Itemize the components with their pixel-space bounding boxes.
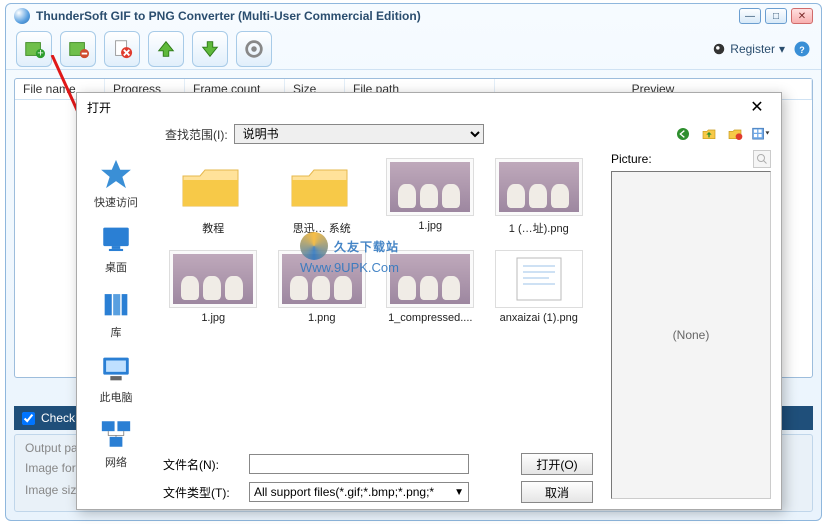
- remove-button[interactable]: [104, 31, 140, 67]
- folder-icon: [169, 158, 257, 216]
- file-item[interactable]: 思迅… 系统: [272, 153, 373, 241]
- up-one-level-icon[interactable]: [699, 124, 719, 144]
- key-icon: [712, 42, 726, 56]
- dialog-titlebar: 打开 ✕: [77, 93, 781, 121]
- place-this-pc[interactable]: 此电脑: [86, 352, 146, 405]
- open-button[interactable]: 打开(O): [521, 453, 593, 475]
- back-icon[interactable]: [673, 124, 693, 144]
- toolbar: + Register ▾ ?: [6, 28, 821, 70]
- places-bar: 快速访问 桌面 库 此电脑 网络: [77, 147, 155, 509]
- place-library[interactable]: 库: [86, 287, 146, 340]
- chevron-down-icon: ▼: [454, 487, 464, 498]
- place-network[interactable]: 网络: [86, 417, 146, 470]
- filetype-label: 文件类型(T):: [163, 484, 241, 501]
- view-menu-icon[interactable]: [751, 124, 771, 144]
- image-size-label: Image size: [25, 483, 83, 497]
- file-item[interactable]: 1.jpg: [163, 245, 264, 329]
- add-file-button[interactable]: +: [16, 31, 52, 67]
- files-grid[interactable]: 教程 思迅… 系统 1.jpg 1 (…址).png 1.jpg 1.png 1_compr…: [163, 153, 593, 445]
- file-name-label: 1.png: [308, 312, 336, 324]
- help-icon[interactable]: ?: [793, 40, 811, 58]
- place-desktop[interactable]: 桌面: [86, 222, 146, 275]
- folder-icon: [278, 158, 366, 216]
- preview-pane: Picture: (None): [601, 147, 781, 509]
- look-in-label: 查找范围(I):: [165, 126, 228, 143]
- file-open-dialog: 打开 ✕ 查找范围(I): 说明书 快速访问 桌面 库: [76, 92, 782, 510]
- add-folder-button[interactable]: [60, 31, 96, 67]
- maximize-button[interactable]: □: [765, 8, 787, 24]
- close-button[interactable]: ✕: [791, 8, 813, 24]
- preview-label: Picture:: [611, 152, 652, 166]
- files-area: 教程 思迅… 系统 1.jpg 1 (…址).png 1.jpg 1.png 1_compr…: [155, 147, 601, 509]
- app-title: ThunderSoft GIF to PNG Converter (Multi-…: [36, 9, 739, 23]
- new-folder-icon[interactable]: [725, 124, 745, 144]
- svg-text:+: +: [37, 47, 43, 59]
- down-button[interactable]: [192, 31, 228, 67]
- file-item[interactable]: anxaizai (1).png: [489, 245, 590, 329]
- file-item[interactable]: 教程: [163, 153, 264, 241]
- file-name-label: anxaizai (1).png: [500, 312, 578, 324]
- up-button[interactable]: [148, 31, 184, 67]
- register-link[interactable]: Register ▾: [712, 42, 785, 56]
- svg-text:?: ?: [799, 44, 805, 54]
- image-thumb: [386, 250, 474, 308]
- file-name-label: 1_compressed....: [388, 312, 472, 324]
- file-item[interactable]: 1.jpg: [380, 153, 481, 241]
- dialog-close-button[interactable]: ✕: [743, 95, 771, 119]
- zoom-icon: [753, 150, 771, 168]
- filename-input[interactable]: [249, 454, 469, 474]
- minimize-button[interactable]: —: [739, 8, 761, 24]
- dialog-title: 打开: [87, 99, 743, 116]
- place-quick-access[interactable]: 快速访问: [86, 157, 146, 210]
- check-all-checkbox[interactable]: [22, 412, 35, 425]
- preview-box: (None): [611, 171, 771, 499]
- filename-label: 文件名(N):: [163, 456, 241, 473]
- file-item[interactable]: 1_compressed....: [380, 245, 481, 329]
- file-item[interactable]: 1.png: [272, 245, 373, 329]
- file-name-label: 1.jpg: [418, 220, 442, 232]
- settings-button[interactable]: [236, 31, 272, 67]
- file-item[interactable]: 1 (…址).png: [489, 153, 590, 241]
- image-thumb: [495, 158, 583, 216]
- image-thumb: [386, 158, 474, 216]
- cancel-button[interactable]: 取消: [521, 481, 593, 503]
- dialog-nav: 查找范围(I): 说明书: [77, 121, 781, 147]
- file-name-label: 教程: [202, 220, 224, 236]
- image-thumb: [169, 250, 257, 308]
- titlebar: ThunderSoft GIF to PNG Converter (Multi-…: [6, 4, 821, 28]
- file-name-label: 1.jpg: [201, 312, 225, 324]
- look-in-select[interactable]: 说明书: [234, 124, 484, 144]
- filetype-select[interactable]: All support files(*.gif;*.bmp;*.png;* ▼: [249, 482, 469, 502]
- image-thumb: [278, 250, 366, 308]
- file-name-label: 思迅… 系统: [293, 220, 351, 236]
- app-icon: [14, 8, 30, 24]
- document-thumb: [495, 250, 583, 308]
- file-name-label: 1 (…址).png: [509, 220, 569, 236]
